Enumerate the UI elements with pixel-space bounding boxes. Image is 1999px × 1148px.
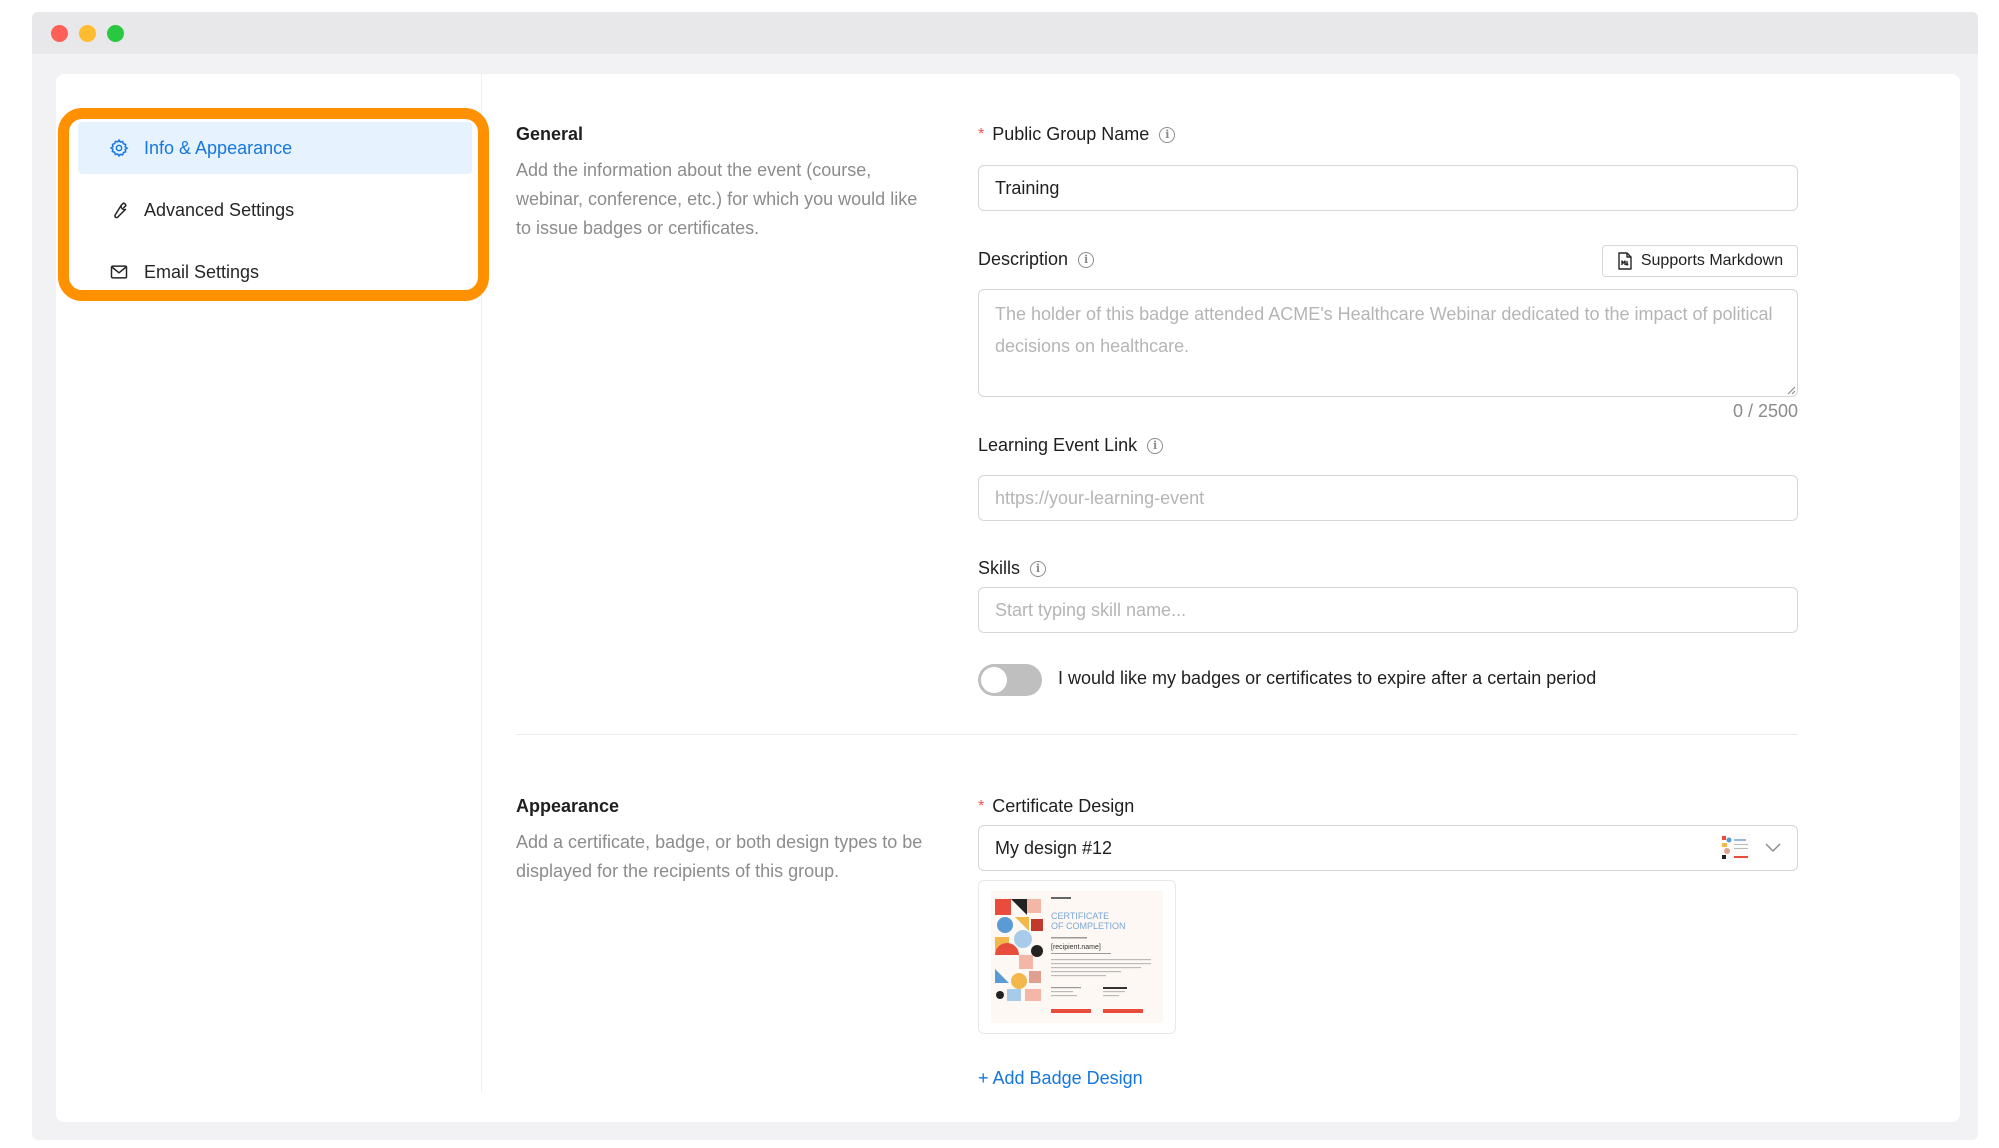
add-badge-design-link[interactable]: + Add Badge Design	[978, 1068, 1143, 1089]
preview-recipient: [recipient.name]	[1051, 944, 1101, 951]
settings-sidebar: Info & Appearance Advanced Settings Emai…	[56, 74, 482, 1092]
expire-toggle-label: I would like my badges or certificates t…	[1058, 668, 1597, 688]
skills-input[interactable]	[978, 587, 1798, 633]
info-icon[interactable]: i	[1030, 560, 1047, 577]
maximize-window-button[interactable]	[107, 25, 124, 42]
close-window-button[interactable]	[51, 25, 68, 42]
chevron-down-icon	[1765, 843, 1781, 853]
event-link-input[interactable]	[978, 475, 1798, 521]
sidebar-item-email-settings[interactable]: Email Settings	[78, 246, 472, 298]
required-marker: *	[978, 125, 985, 143]
sidebar-item-label: Info & Appearance	[144, 137, 293, 158]
event-link-label-text: Learning Event Link	[978, 435, 1138, 455]
certificate-thumbnail-icon	[1721, 834, 1751, 862]
preview-title-line2: OF COMPLETION	[1051, 921, 1126, 931]
section-divider	[516, 734, 1798, 735]
window-titlebar	[32, 12, 1978, 54]
skills-label-text: Skills	[978, 558, 1021, 578]
info-icon[interactable]: i	[1147, 437, 1164, 454]
skills-label: Skills i	[978, 558, 1047, 579]
certificate-design-label-text: Certificate Design	[992, 796, 1135, 816]
certificate-preview[interactable]: CERTIFICATE OF COMPLETION [recipient.nam…	[978, 880, 1176, 1034]
sidebar-item-label: Email Settings	[144, 261, 260, 282]
description-label-text: Description	[978, 249, 1069, 269]
general-section-description: Add the information about the event (cou…	[516, 160, 918, 238]
markdown-file-icon	[1618, 252, 1632, 270]
expire-toggle[interactable]	[978, 664, 1042, 696]
appearance-section-title: Appearance	[516, 796, 620, 816]
settings-panel: Info & Appearance Advanced Settings Emai…	[56, 74, 1960, 1122]
gear-icon	[108, 137, 130, 159]
group-name-input[interactable]	[978, 165, 1798, 211]
supports-markdown-button[interactable]: Supports Markdown	[1602, 245, 1798, 277]
resize-handle-icon[interactable]	[1786, 385, 1796, 395]
appearance-section-description: Add a certificate, badge, or both design…	[516, 832, 923, 881]
description-char-counter: 0 / 2500	[1732, 401, 1798, 421]
info-icon[interactable]: i	[1078, 251, 1095, 268]
toggle-knob	[981, 667, 1007, 693]
supports-markdown-label: Supports Markdown	[1640, 252, 1784, 269]
app-window: Info & Appearance Advanced Settings Emai…	[32, 12, 1978, 1140]
certificate-design-value: My design #12	[995, 837, 1113, 858]
certificate-preview-image: CERTIFICATE OF COMPLETION [recipient.nam…	[991, 891, 1163, 1023]
sidebar-item-info-appearance[interactable]: Info & Appearance	[78, 122, 472, 174]
certificate-design-select[interactable]: My design #12	[978, 825, 1798, 871]
preview-title-line1: CERTIFICATE	[1051, 911, 1109, 921]
description-textarea[interactable]	[978, 289, 1798, 397]
mail-icon	[108, 261, 130, 283]
wrench-icon	[108, 199, 130, 221]
group-name-label: * Public Group Name i	[978, 124, 1176, 145]
group-name-label-text: Public Group Name	[992, 124, 1150, 144]
certificate-design-label: * Certificate Design	[978, 796, 1134, 817]
event-link-label: Learning Event Link i	[978, 435, 1164, 456]
minimize-window-button[interactable]	[79, 25, 96, 42]
required-marker: *	[978, 797, 985, 815]
description-label: Description i	[978, 249, 1095, 270]
sidebar-item-label: Advanced Settings	[144, 199, 295, 220]
sidebar-item-advanced-settings[interactable]: Advanced Settings	[78, 184, 472, 236]
info-icon[interactable]: i	[1159, 126, 1176, 143]
general-section-title: General	[516, 124, 584, 144]
